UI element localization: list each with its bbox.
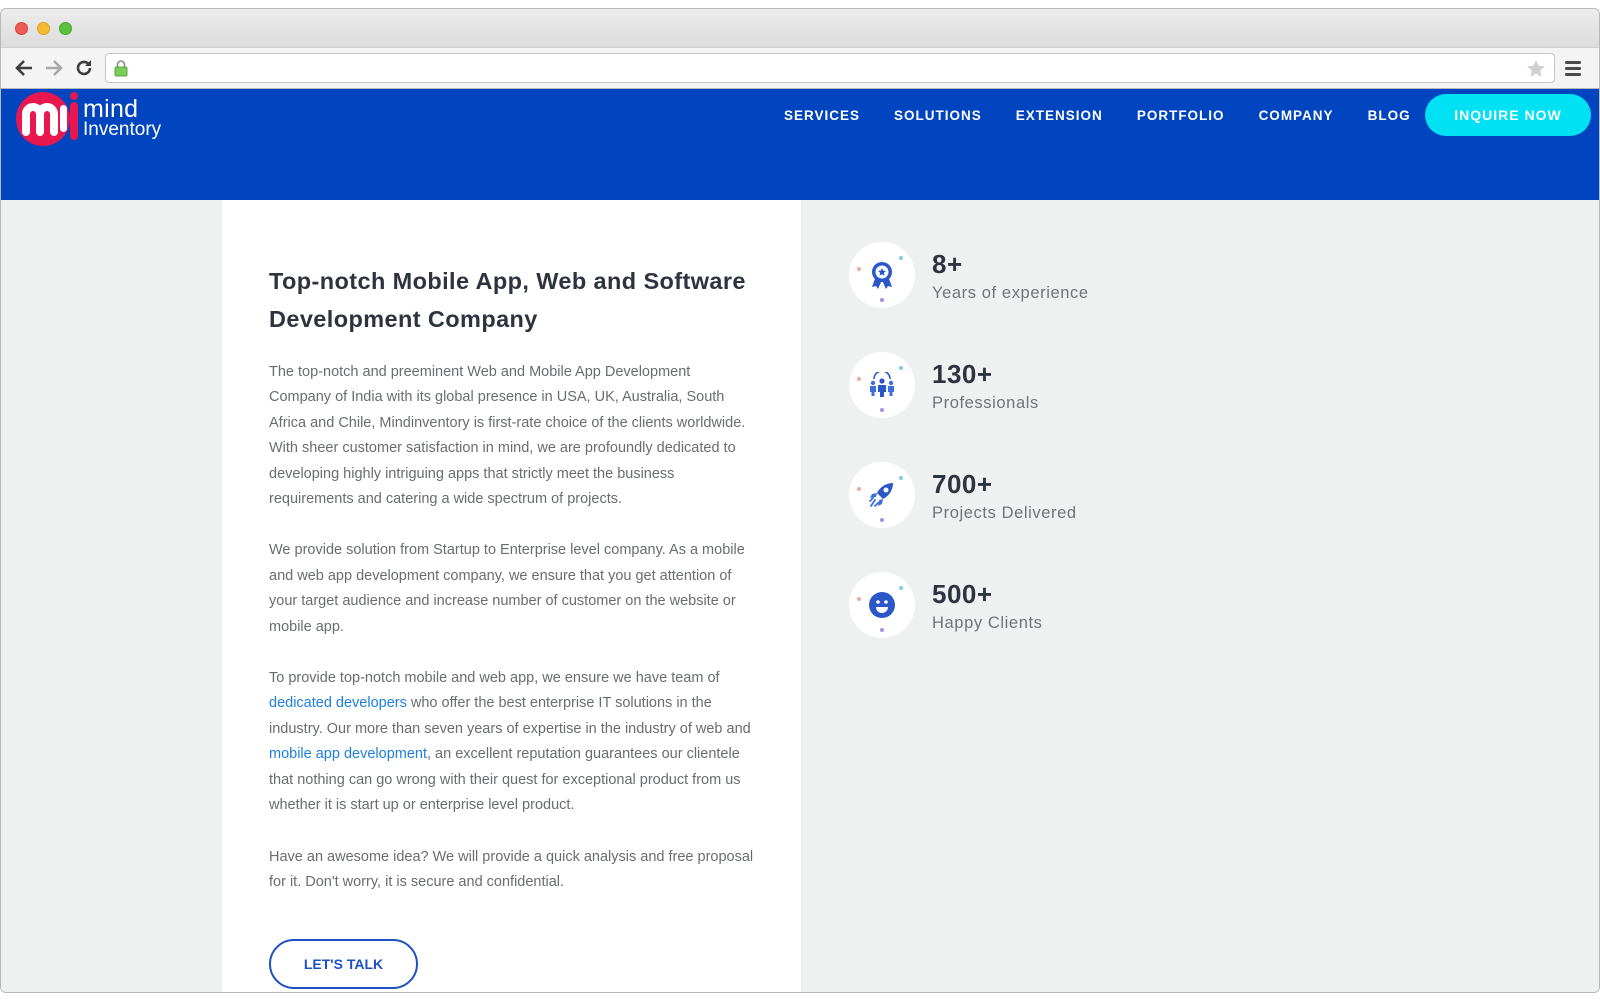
minimize-window-button[interactable]: [37, 21, 50, 35]
hamburger-menu-icon[interactable]: [1565, 53, 1591, 83]
title-bar: [1, 9, 1599, 47]
stat-label: Years of experience: [932, 283, 1089, 302]
page-headline: Top-notch Mobile App, Web and Software D…: [269, 268, 746, 332]
back-button[interactable]: [9, 53, 39, 83]
intro-paragraph-2: We provide solution from Startup to Ente…: [269, 542, 745, 635]
rocket-icon: [869, 483, 893, 507]
intro-paragraph-4: Have an awesome idea? We will provide a …: [269, 848, 754, 890]
stat-item: 500+ Happy Clients: [849, 572, 1089, 638]
nav-portfolio[interactable]: PORTFOLIO: [1137, 108, 1225, 124]
arrow-left-icon: [15, 60, 32, 76]
logo-mark-icon: [13, 92, 79, 146]
nav-solutions[interactable]: SOLUTIONS: [894, 108, 982, 124]
browser-toolbar: [1, 47, 1599, 89]
browser-window: mind Inventory SERVICES SOLUTIONS EXTENS…: [0, 8, 1600, 993]
para3-text-1: To provide top-notch mobile and web app,…: [269, 670, 720, 687]
address-bar[interactable]: [105, 53, 1555, 83]
lock-icon: [114, 60, 128, 77]
stat-item: 8+ Years of experience: [849, 242, 1089, 308]
arrow-right-icon: [46, 60, 63, 76]
maximize-window-button[interactable]: [59, 21, 72, 35]
intro-paragraph-3: To provide top-notch mobile and web app,…: [269, 666, 755, 818]
logo-line-2: Inventory: [83, 119, 162, 140]
stat-item: 700+ Projects Delivered: [849, 462, 1089, 528]
stat-label: Projects Delivered: [932, 503, 1077, 522]
site-header: mind Inventory SERVICES SOLUTIONS EXTENS…: [1, 89, 1599, 200]
forward-button[interactable]: [39, 53, 69, 83]
intro-paragraph-1: The top-notch and preeminent Web and Mob…: [269, 364, 746, 508]
url-input[interactable]: [134, 55, 1526, 81]
inquire-now-button[interactable]: INQUIRE NOW: [1425, 94, 1591, 136]
reload-button[interactable]: [69, 53, 99, 83]
nav-extension[interactable]: EXTENSION: [1016, 108, 1103, 124]
main-nav: SERVICES SOLUTIONS EXTENSION PORTFOLIO C…: [784, 108, 1445, 124]
nav-blog[interactable]: BLOG: [1368, 108, 1411, 124]
stat-value: 700+: [932, 468, 993, 499]
mindinventory-logo[interactable]: mind Inventory: [13, 92, 162, 146]
lets-talk-button[interactable]: LET'S TALK: [269, 939, 418, 990]
mobile-app-development-link[interactable]: mobile app development: [269, 746, 427, 762]
nav-company[interactable]: COMPANY: [1259, 108, 1334, 124]
stats-list: 8+ Years of experience 130+ Professional…: [849, 242, 1089, 682]
star-icon[interactable]: [1526, 59, 1546, 78]
award-ribbon-icon: [872, 262, 892, 289]
stat-value: 500+: [932, 578, 993, 609]
stat-label: Happy Clients: [932, 613, 1043, 632]
stat-item: 130+ Professionals: [849, 352, 1089, 418]
intro-card: Top-notch Mobile App, Web and Software D…: [222, 200, 801, 992]
stat-value: 8+: [932, 248, 963, 279]
team-icon: [870, 372, 894, 397]
dedicated-developers-link[interactable]: dedicated developers: [269, 695, 407, 711]
web-page: mind Inventory SERVICES SOLUTIONS EXTENS…: [1, 89, 1599, 992]
reload-icon: [76, 60, 92, 76]
close-window-button[interactable]: [15, 21, 28, 35]
nav-services[interactable]: SERVICES: [784, 108, 860, 124]
stat-value: 130+: [932, 358, 993, 389]
smiley-icon: [869, 592, 895, 618]
stat-label: Professionals: [932, 393, 1039, 412]
